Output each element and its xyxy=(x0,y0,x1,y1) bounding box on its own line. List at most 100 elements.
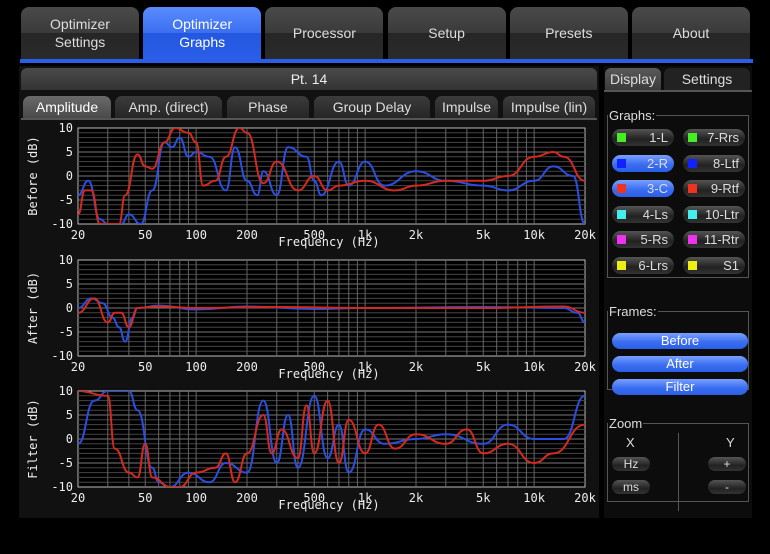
graph-filter: 1050-5-1020 50 100 200 500 1k 2k 5k 10k 20kFreque… xyxy=(26,384,597,512)
color-swatch-icon xyxy=(688,235,697,244)
graph-panel: Pt. 14 Amplitude Amp. (direct) Phase Group … xyxy=(19,66,599,518)
frames-group: Frames: Before After Filter xyxy=(607,304,749,395)
color-swatch-icon xyxy=(688,260,697,270)
graph-toggle-1-l[interactable]: 1-L xyxy=(612,129,674,146)
x-tick-label: 2k xyxy=(409,491,424,505)
x-axis-label: Frequency (Hz) xyxy=(278,235,379,249)
graph-toggle-label: 6-Lrs xyxy=(638,257,668,273)
tab-settings[interactable]: Settings xyxy=(664,68,750,90)
y-tick-label: 10 xyxy=(59,121,73,135)
y-tick-label: 5 xyxy=(66,277,73,291)
x-tick-label: 20 xyxy=(71,228,85,242)
graph-toggle-label: 3-C xyxy=(647,181,668,196)
y-tick-label: -10 xyxy=(51,480,73,494)
x-tick-label: 5k xyxy=(476,360,491,374)
y-axis-label: Filter (dB) xyxy=(26,399,40,478)
graph-toggle-label: 4-Ls xyxy=(642,206,668,222)
graph-toggle-5-rs[interactable]: 5-Rs xyxy=(612,231,674,248)
tab-processor[interactable]: Processor xyxy=(265,7,384,59)
y-tick-label: 5 xyxy=(66,408,73,422)
y-axis-label: Before (dB) xyxy=(26,136,40,215)
graph-toggle-label: S1 xyxy=(723,257,739,273)
zoom-y-in-button[interactable]: + xyxy=(708,457,746,471)
x-axis-label: Frequency (Hz) xyxy=(278,498,379,512)
x-tick-label: 50 xyxy=(138,228,152,242)
graph-toggle-10-ltr[interactable]: 10-Ltr xyxy=(683,205,745,223)
tab-display[interactable]: Display xyxy=(605,68,661,90)
x-tick-label: 200 xyxy=(236,360,258,374)
x-tick-label: 50 xyxy=(138,360,152,374)
graph-after: 1050-5-1020 50 100 200 500 1k 2k 5k 10k 20kFreque… xyxy=(26,253,597,381)
graph-toggle-label: 5-Rs xyxy=(640,232,668,247)
y-axis-label: After (dB) xyxy=(26,272,40,344)
graph-toggle-4-ls[interactable]: 4-Ls xyxy=(612,205,674,223)
y-tick-label: -10 xyxy=(51,217,73,231)
graph-toggle-label: 2-R xyxy=(647,155,668,171)
graphs-group: Graphs: 1-L 7-Rrs 2-R 8-Ltf 3-C 9-Rtf 4-Ls 10-L… xyxy=(607,108,749,278)
color-swatch-icon xyxy=(617,235,626,244)
tab-setup[interactable]: Setup xyxy=(387,7,506,59)
x-tick-label: 20 xyxy=(71,491,85,505)
color-swatch-icon xyxy=(688,158,697,168)
color-swatch-icon xyxy=(617,260,626,270)
x-tick-label: 20k xyxy=(574,360,596,374)
x-tick-label: 100 xyxy=(185,228,207,242)
graph-toggle-label: 7-Rrs xyxy=(707,130,739,145)
x-tick-label: 2k xyxy=(409,360,424,374)
tab-presets[interactable]: Presets xyxy=(509,7,628,59)
color-swatch-icon xyxy=(617,209,626,219)
x-tick-label: 5k xyxy=(476,491,491,505)
frame-after-button[interactable]: After xyxy=(612,356,748,372)
graph-toggle-3-c[interactable]: 3-C xyxy=(612,180,674,197)
x-tick-label: 5k xyxy=(476,228,491,242)
rtab-divider xyxy=(604,90,752,92)
x-tick-label: 200 xyxy=(236,491,258,505)
tab-optimizer-settings[interactable]: Optimizer Settings xyxy=(21,7,139,59)
zoom-x-ms-button[interactable]: ms xyxy=(612,480,650,494)
graph-toggle-7-rrs[interactable]: 7-Rrs xyxy=(683,129,745,146)
y-tick-label: 10 xyxy=(59,384,73,398)
graph-before: 1050-5-1020 50 100 200 500 1k 2k 5k 10k 20kFreque… xyxy=(26,121,597,249)
graphs-label: Graphs: xyxy=(609,108,656,123)
graph-toggle-9-rtf[interactable]: 9-Rtf xyxy=(683,180,745,197)
zoom-y-out-button[interactable]: - xyxy=(708,480,746,494)
y-tick-label: -5 xyxy=(59,325,73,339)
graph-toggle-label: 9-Rtf xyxy=(710,181,739,196)
frame-before-button[interactable]: Before xyxy=(612,333,748,349)
graph-toggle-11-rtr[interactable]: 11-Rtr xyxy=(683,231,745,248)
x-tick-label: 10k xyxy=(523,228,545,242)
x-tick-label: 10k xyxy=(523,491,545,505)
graph-toggle-s1[interactable]: S1 xyxy=(683,256,745,274)
graph-toggle-label: 1-L xyxy=(649,130,668,145)
frames-label: Frames: xyxy=(609,304,657,319)
x-tick-label: 20k xyxy=(574,228,596,242)
zoom-y-label: Y xyxy=(726,435,735,450)
graph-toggle-6-lrs[interactable]: 6-Lrs xyxy=(612,256,674,274)
x-tick-label: 100 xyxy=(185,360,207,374)
graph-toggle-label: 8-Ltf xyxy=(712,155,739,171)
graph-toggle-2-r[interactable]: 2-R xyxy=(612,154,674,172)
y-tick-label: 0 xyxy=(66,169,73,183)
frame-filter-button[interactable]: Filter xyxy=(612,379,748,395)
y-tick-label: -5 xyxy=(59,456,73,470)
y-tick-label: -10 xyxy=(51,349,73,363)
graph-toggle-8-ltf[interactable]: 8-Ltf xyxy=(683,154,745,172)
zoom-x-label: X xyxy=(626,435,635,450)
x-tick-label: 100 xyxy=(185,491,207,505)
side-panel: Display Settings Graphs: 1-L 7-Rrs 2-R 8-Lt… xyxy=(604,66,752,518)
tab-underline xyxy=(20,59,753,63)
color-swatch-icon xyxy=(617,133,626,142)
color-swatch-icon xyxy=(688,133,697,142)
x-tick-label: 20k xyxy=(574,491,596,505)
zoom-x-hz-button[interactable]: Hz xyxy=(612,457,650,471)
y-tick-label: 0 xyxy=(66,301,73,315)
zoom-label: Zoom xyxy=(609,416,643,431)
x-tick-label: 50 xyxy=(138,491,152,505)
tab-optimizer-graphs[interactable]: Optimizer Graphs xyxy=(143,7,262,59)
tab-about[interactable]: About xyxy=(632,7,750,59)
graph-toggle-label: 10-Ltr xyxy=(705,206,739,222)
graphs: 1050-5-1020 50 100 200 500 1k 2k 5k 10k 20kFreque… xyxy=(26,121,597,512)
x-tick-label: 20 xyxy=(71,360,85,374)
x-axis-label: Frequency (Hz) xyxy=(278,367,379,381)
zoom-divider xyxy=(678,433,679,511)
